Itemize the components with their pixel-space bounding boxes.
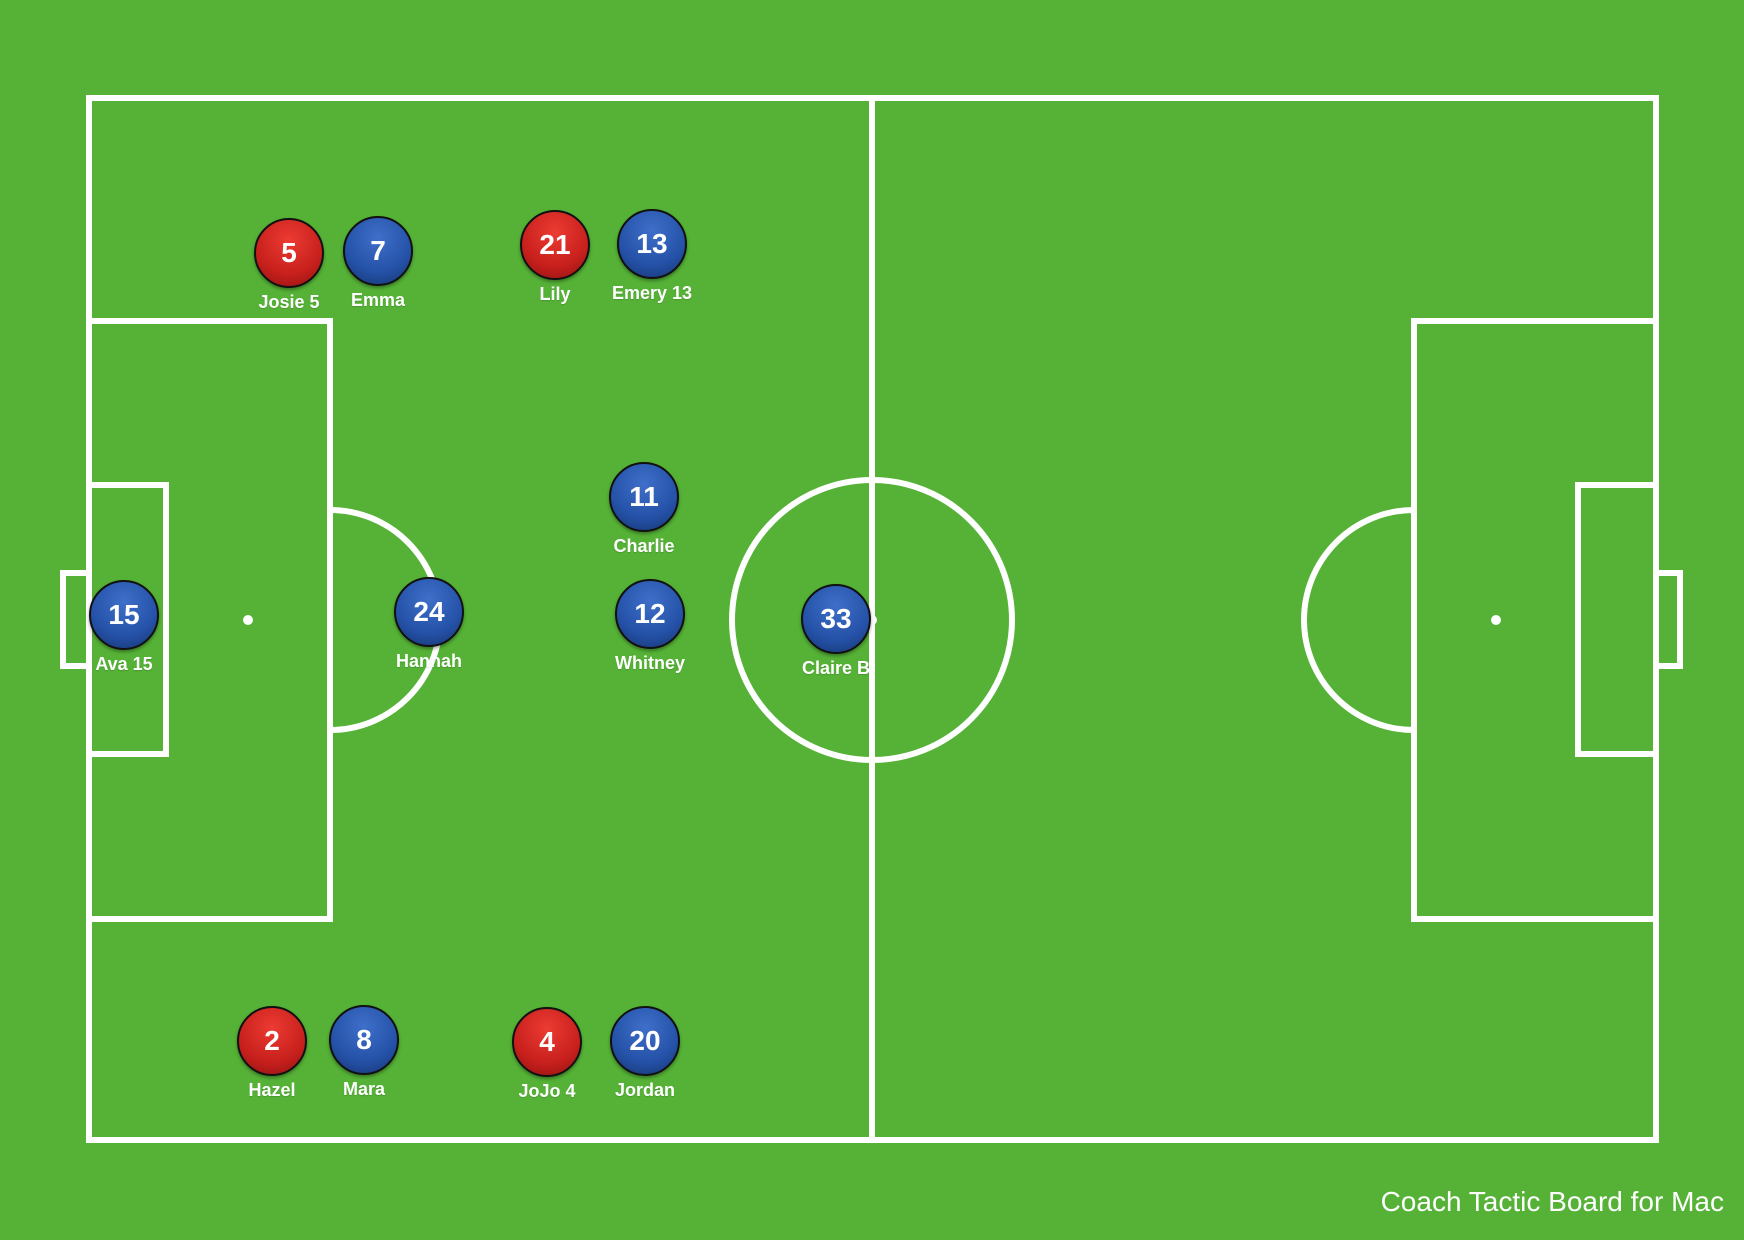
player-jordan[interactable]: 20 Jordan (575, 1006, 715, 1101)
player-emery-13[interactable]: 13 Emery 13 (582, 209, 722, 304)
right-penalty-area (1411, 318, 1659, 922)
player-name: Whitney (615, 653, 685, 673)
player-token: 15 (89, 580, 159, 650)
player-whitney[interactable]: 12 Whitney (580, 579, 720, 674)
player-token: 8 (329, 1005, 399, 1075)
player-token: 7 (343, 216, 413, 286)
player-charlie[interactable]: 11 Charlie (574, 462, 714, 557)
player-token: 4 (512, 1007, 582, 1077)
player-token: 33 (801, 584, 871, 654)
player-token: 21 (520, 210, 590, 280)
right-penalty-spot (1491, 615, 1501, 625)
player-ava-15[interactable]: 15 Ava 15 (54, 580, 194, 675)
player-token: 11 (609, 462, 679, 532)
player-name: Mara (342, 1079, 386, 1099)
player-name: Emma (350, 290, 406, 310)
player-name: Claire B (801, 658, 871, 678)
player-token: 20 (610, 1006, 680, 1076)
player-name: Hannah (395, 651, 462, 671)
app-watermark: Coach Tactic Board for Mac (1380, 1186, 1724, 1217)
player-emma[interactable]: 7 Emma (308, 216, 448, 311)
player-hannah[interactable]: 24 Hannah (359, 577, 499, 672)
player-name: Jordan (614, 1080, 675, 1100)
player-token: 13 (617, 209, 687, 279)
player-token: 12 (615, 579, 685, 649)
player-mara[interactable]: 8 Mara (294, 1005, 434, 1100)
player-claire-b[interactable]: 33 Claire B (766, 584, 906, 679)
player-token: 24 (394, 577, 464, 647)
player-name: Emery 13 (611, 283, 693, 303)
player-name: Charlie (613, 536, 675, 556)
left-penalty-spot (243, 615, 253, 625)
right-goal (1653, 570, 1683, 669)
right-penalty-arc (1301, 507, 1415, 733)
right-goal-area (1575, 482, 1659, 757)
player-name: Ava 15 (95, 654, 153, 674)
